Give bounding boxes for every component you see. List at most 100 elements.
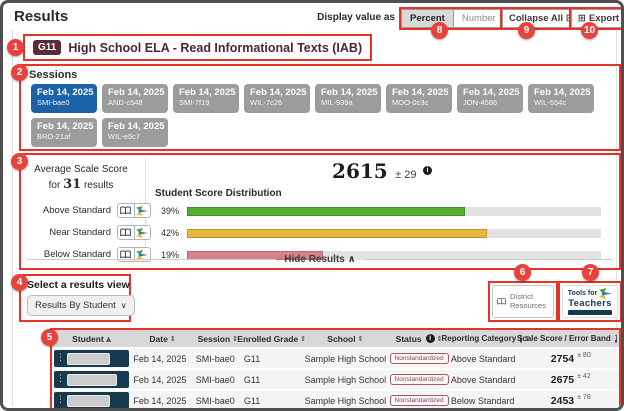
session-date: Feb 14, 2025 [108, 87, 168, 98]
status-badge: Nonstandardized [390, 353, 449, 364]
average-score: 2615 ± 29 i [145, 159, 619, 183]
cell-session: SMI-bae0 [194, 396, 242, 406]
session-code: SMI-7f19 [179, 98, 239, 107]
annotation-box-summary: Average Scale Score for 31 results 2615 … [19, 153, 621, 270]
smarter-balanced-banner [568, 310, 612, 315]
session-code: WIL-554c [534, 98, 594, 107]
avg-label-for: for [49, 180, 61, 191]
results-view-dropdown[interactable]: Results By Student ∨ [27, 295, 135, 316]
session-button[interactable]: Feb 14, 2025 BRO-21af [31, 118, 97, 147]
session-date: Feb 14, 2025 [392, 87, 452, 98]
number-toggle-button[interactable]: Number [454, 9, 505, 28]
column-header-school[interactable]: School⇕ [301, 334, 389, 344]
column-header-student[interactable]: Student▲ [52, 334, 131, 344]
session-code: JON-4586 [463, 98, 523, 107]
cell-error-band: ± 78 [577, 394, 591, 401]
student-name-redacted[interactable]: ⋮ [54, 350, 129, 367]
column-header-scale-score[interactable]: Scale Score / Error Bandi⇕ [523, 334, 619, 343]
session-date: Feb 14, 2025 [534, 87, 594, 98]
info-icon[interactable]: i [423, 166, 432, 175]
column-header-reporting-category[interactable]: Reporting Categoryi⇕ [449, 334, 523, 343]
session-button[interactable]: Feb 14, 2025 AND-c548 [102, 84, 168, 113]
table-row: ⋮ Feb 14, 2025 SMI-bae0 G11 Sample High … [52, 347, 619, 368]
callout-6: 6 [514, 264, 531, 281]
session-button[interactable]: Feb 14, 2025 MOO-0c3c [386, 84, 452, 113]
annotation-box-district-resources: District Resources [488, 281, 558, 322]
chevron-up-icon: ∧ [348, 254, 356, 265]
cell-date: Feb 14, 2025 [131, 354, 193, 364]
info-icon[interactable]: i [426, 334, 435, 343]
session-code: MOO-0c3c [392, 98, 452, 107]
table-row: ⋮ Feb 14, 2025 SMI-bae0 G11 Sample High … [52, 368, 619, 389]
cell-grade: G11 [242, 396, 302, 406]
grade-badge: G11 [33, 40, 61, 55]
book-icon[interactable] [118, 226, 134, 239]
session-button[interactable]: Feb 14, 2025 SMI-7f19 [173, 84, 239, 113]
session-button[interactable]: Feb 14, 2025 WIL-e5c7 [102, 118, 168, 147]
column-header-status[interactable]: Statusi⇕ [389, 334, 449, 344]
average-score-error: ± 29 [395, 169, 416, 181]
session-button[interactable]: Feb 14, 2025 JON-4586 [457, 84, 523, 113]
average-score-value: 2615 [332, 159, 388, 183]
sort-asc-icon: ▲ [106, 335, 111, 343]
standard-label: Near Standard [21, 227, 111, 238]
standard-resource-buttons [117, 225, 151, 240]
divider-line [364, 259, 613, 260]
student-name-redacted[interactable]: ⋮ [54, 371, 129, 388]
session-code: AND-c548 [108, 98, 168, 107]
tools-for-teachers-icon[interactable] [134, 204, 151, 217]
status-badge: Nonstandardized [390, 395, 449, 406]
distribution-bar [187, 207, 465, 216]
status-badge: Nonstandardized [390, 374, 449, 385]
column-header-enrolled-grade[interactable]: Enrolled Grade⇕ [242, 334, 302, 344]
annotation-box-results-view: Select a results view Results By Student… [19, 274, 131, 322]
district-resources-label: District Resources [510, 293, 549, 310]
tools-for-teachers-button[interactable]: Tools for Teachers [562, 285, 618, 318]
results-table: Student▲ Date⇕ Session⇕ Enrolled Grade⇕ … [52, 330, 619, 410]
tools-for-teachers-icon[interactable] [134, 226, 151, 239]
cell-school: Sample High School [301, 396, 389, 406]
cell-scale-score: 2453 [551, 395, 574, 407]
table-row: ⋮ Feb 14, 2025 SMI-bae0 G11 Sample High … [52, 389, 619, 410]
session-date: Feb 14, 2025 [108, 121, 168, 132]
distribution-title: Student Score Distribution [155, 188, 282, 199]
callout-10: 10 [581, 22, 598, 39]
display-value-label: Display value as [309, 12, 395, 23]
session-date: Feb 14, 2025 [250, 87, 310, 98]
hide-results-label: Hide Results [284, 254, 345, 265]
session-code: SMI-bae0 [37, 98, 97, 107]
column-header-date[interactable]: Date⇕ [131, 334, 193, 344]
session-code: WIL-7c26 [250, 98, 310, 107]
redaction-box [67, 353, 110, 365]
tools-label-line2: Teachers [568, 299, 611, 308]
book-icon[interactable] [118, 204, 134, 217]
standard-resource-buttons [117, 203, 151, 218]
district-resources-button[interactable]: District Resources [492, 285, 554, 318]
grip-icon: ⋮ [56, 375, 65, 384]
session-button[interactable]: Feb 14, 2025 MIL-939a [315, 84, 381, 113]
export-csv-button[interactable]: ⊞ Export CSV [571, 9, 624, 28]
callout-2: 2 [11, 64, 28, 81]
callout-8: 8 [431, 22, 448, 39]
session-button[interactable]: Feb 14, 2025 WIL-7c26 [244, 84, 310, 113]
redaction-box [67, 395, 110, 407]
session-date: Feb 14, 2025 [37, 87, 97, 98]
sort-icon: ⇕ [619, 335, 624, 343]
session-button[interactable]: Feb 14, 2025 WIL-554c [528, 84, 594, 113]
session-date: Feb 14, 2025 [37, 121, 97, 132]
cell-date: Feb 14, 2025 [131, 396, 193, 406]
standard-label: Above Standard [21, 205, 111, 216]
avg-label-results: results [84, 180, 113, 191]
column-header-session[interactable]: Session⇕ [194, 334, 242, 344]
hide-results-toggle[interactable]: Hide Results ∧ [27, 254, 613, 265]
student-name-redacted[interactable]: ⋮ [54, 392, 129, 409]
info-icon[interactable]: i [615, 334, 617, 343]
session-date: Feb 14, 2025 [321, 87, 381, 98]
session-button[interactable]: Feb 14, 2025 SMI-bae0 [31, 84, 97, 113]
distribution-row: Near Standard 42% [21, 225, 611, 241]
cell-date: Feb 14, 2025 [131, 375, 193, 385]
callout-9: 9 [518, 22, 535, 39]
results-view-label: Select a results view [27, 279, 123, 291]
cell-school: Sample High School [301, 354, 389, 364]
distribution-bar [187, 229, 487, 238]
